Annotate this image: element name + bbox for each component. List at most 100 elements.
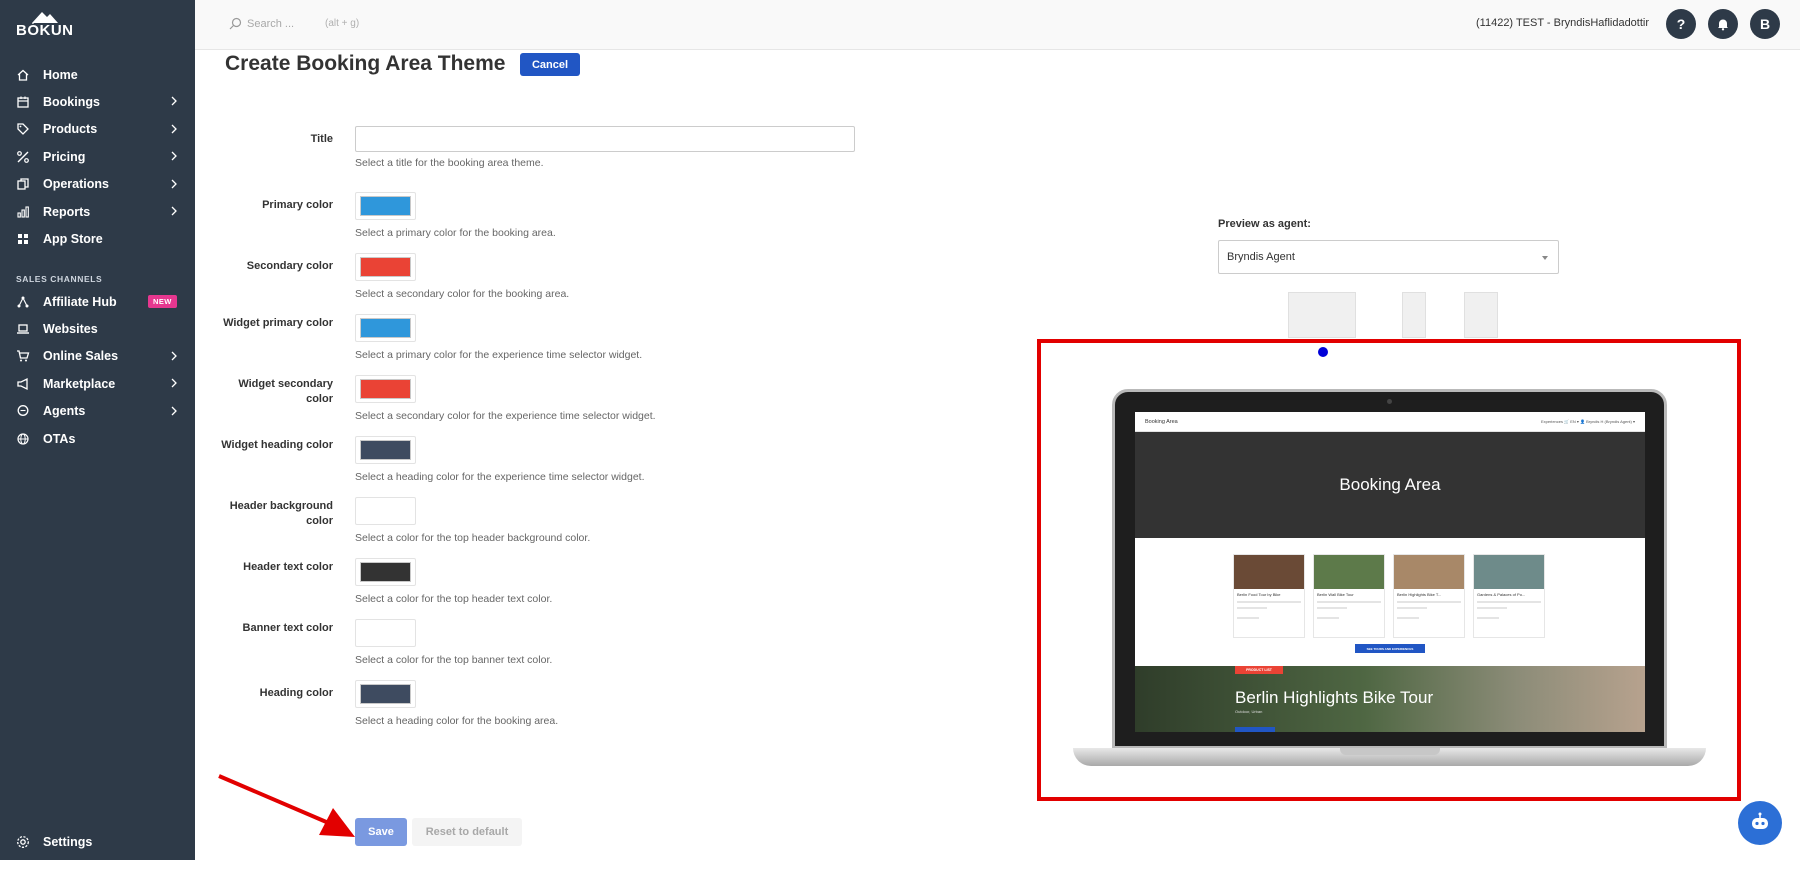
topbar: (alt + g) (11422) TEST - BryndisHaflidad… bbox=[195, 0, 1800, 50]
reset-to-default-button[interactable]: Reset to default bbox=[412, 818, 522, 846]
page-bottom bbox=[0, 860, 1800, 870]
logo-text: BÓKUN bbox=[16, 22, 74, 39]
sidebar-item-products[interactable]: Products bbox=[0, 116, 195, 143]
preview-banner-tag: PRODUCT LIST bbox=[1235, 666, 1283, 674]
placeholder-line bbox=[1237, 601, 1301, 603]
chat-assistant-button[interactable] bbox=[1738, 801, 1782, 845]
color-swatch bbox=[360, 440, 411, 460]
sidebar-item-label: Products bbox=[43, 122, 98, 137]
placeholder-line bbox=[1397, 607, 1427, 609]
chevron-right-icon bbox=[171, 351, 177, 361]
sidebar-item-affiliate-hub[interactable]: Affiliate Hub NEW bbox=[0, 288, 195, 315]
heading-color-picker[interactable] bbox=[355, 680, 416, 708]
banner-text-color-picker[interactable] bbox=[355, 619, 416, 647]
color-swatch bbox=[360, 196, 411, 216]
heading-color-help: Select a heading color for the booking a… bbox=[355, 715, 559, 727]
sidebar-item-agents[interactable]: Agents bbox=[0, 398, 195, 425]
header-text-color-picker[interactable] bbox=[355, 558, 416, 586]
widget-secondary-color-picker[interactable] bbox=[355, 375, 416, 403]
help-button[interactable]: ? bbox=[1666, 9, 1696, 39]
chevron-right-icon bbox=[171, 96, 177, 106]
avatar[interactable]: B bbox=[1750, 9, 1780, 39]
sidebar-item-online-sales[interactable]: Online Sales bbox=[0, 343, 195, 370]
account-name[interactable]: (11422) TEST - BryndisHaflidadottir bbox=[1476, 17, 1649, 29]
sidebar-item-label: Marketplace bbox=[43, 376, 116, 391]
banner-text-color-label: Banner text color bbox=[242, 622, 333, 634]
sidebar-item-otas[interactable]: OTAs bbox=[0, 425, 195, 452]
placeholder-line bbox=[1237, 607, 1267, 609]
preview-banner: PRODUCT LIST Berlin Highlights Bike Tour… bbox=[1135, 666, 1645, 732]
sidebar-item-websites[interactable]: Websites bbox=[0, 315, 195, 342]
preview-hero-title: Booking Area bbox=[1339, 475, 1441, 494]
secondary-color-help: Select a secondary color for the booking… bbox=[355, 288, 570, 300]
primary-color-picker[interactable] bbox=[355, 192, 416, 220]
sidebar-item-settings[interactable]: Settings bbox=[0, 828, 195, 855]
secondary-color-row: Secondary color Select a secondary color … bbox=[220, 253, 860, 303]
preview-banner-button bbox=[1235, 727, 1275, 732]
secondary-color-label: Secondary color bbox=[246, 260, 333, 272]
sidebar-item-bookings[interactable]: Bookings bbox=[0, 88, 195, 115]
sidebar-item-label: Home bbox=[43, 67, 78, 82]
sidebar-item-reports[interactable]: Reports bbox=[0, 198, 195, 225]
tablet-device-toggle[interactable] bbox=[1402, 292, 1426, 338]
preview-card: Gardens & Palaces of Po... bbox=[1473, 554, 1545, 638]
heading-color-row: Heading color Select a heading color for … bbox=[220, 680, 860, 730]
widget-primary-color-help: Select a primary color for the experienc… bbox=[355, 349, 643, 361]
chevron-right-icon bbox=[171, 406, 177, 416]
sidebar-item-home[interactable]: Home bbox=[0, 61, 195, 88]
sidebar-item-label: OTAs bbox=[43, 431, 76, 446]
agent-selected-value: Bryndis Agent bbox=[1227, 251, 1295, 263]
preview-card-image bbox=[1474, 555, 1544, 589]
new-badge: NEW bbox=[148, 295, 177, 308]
tag-icon bbox=[16, 122, 30, 136]
bell-icon bbox=[1718, 19, 1728, 31]
sidebar-item-label: Operations bbox=[43, 177, 109, 192]
grid-icon bbox=[16, 232, 30, 246]
widget-secondary-color-help: Select a secondary color for the experie… bbox=[355, 410, 656, 422]
placeholder-line bbox=[1477, 601, 1541, 603]
header-text-color-help: Select a color for the top header text c… bbox=[355, 593, 553, 605]
placeholder-line bbox=[1477, 617, 1499, 619]
desktop-device-toggle[interactable] bbox=[1288, 292, 1356, 338]
mobile-device-toggle[interactable] bbox=[1464, 292, 1498, 338]
chevron-right-icon bbox=[171, 378, 177, 388]
sales-channels-nav: Affiliate Hub NEW Websites Online Sales Mark… bbox=[0, 288, 195, 452]
sidebar: BÓKUN Home Bookings Products Pricing Operati… bbox=[0, 0, 195, 860]
sidebar-item-label: Websites bbox=[43, 322, 98, 337]
widget-primary-color-label: Widget primary color bbox=[223, 317, 333, 329]
sidebar-item-pricing[interactable]: Pricing bbox=[0, 143, 195, 170]
secondary-color-picker[interactable] bbox=[355, 253, 416, 281]
sidebar-item-app-store[interactable]: App Store bbox=[0, 225, 195, 252]
title-input[interactable] bbox=[355, 126, 855, 152]
header-background-color-picker[interactable] bbox=[355, 497, 416, 525]
widget-heading-color-picker[interactable] bbox=[355, 436, 416, 464]
placeholder-line bbox=[1317, 617, 1339, 619]
network-icon bbox=[16, 295, 30, 309]
bokun-logo[interactable]: BÓKUN bbox=[16, 12, 73, 39]
color-swatch bbox=[360, 379, 411, 399]
chevron-right-icon bbox=[171, 179, 177, 189]
sidebar-item-operations[interactable]: Operations bbox=[0, 171, 195, 198]
cancel-button[interactable]: Cancel bbox=[520, 53, 580, 76]
agent-select[interactable]: Bryndis Agent bbox=[1218, 240, 1559, 274]
placeholder-line bbox=[1317, 601, 1381, 603]
widget-heading-color-label: Widget heading color bbox=[221, 439, 333, 451]
preview-card: Berlin Food Tour by Bike bbox=[1233, 554, 1305, 638]
widget-primary-color-picker[interactable] bbox=[355, 314, 416, 342]
widget-secondary-color-row: Widget secondary color Select a secondary… bbox=[220, 375, 860, 425]
color-swatch bbox=[360, 562, 411, 582]
laptop-preview: Booking Area Experiences 🛒 EN ▾ 👤 Bryndi… bbox=[1112, 389, 1667, 749]
placeholder-line bbox=[1317, 607, 1347, 609]
preview-card: Berlin Highlights Bike T... bbox=[1393, 554, 1465, 638]
sidebar-item-marketplace[interactable]: Marketplace bbox=[0, 370, 195, 397]
caret-down-icon bbox=[1542, 256, 1548, 260]
sidebar-item-label: Reports bbox=[43, 204, 91, 219]
preview-card-title: Berlin Highlights Bike T... bbox=[1397, 592, 1442, 597]
preview-brand: Booking Area bbox=[1145, 419, 1178, 425]
heading-color-label: Heading color bbox=[259, 687, 333, 699]
header-text-color-label: Header text color bbox=[243, 561, 333, 573]
sidebar-item-label: Affiliate Hub bbox=[43, 294, 117, 309]
main-nav: Home Bookings Products Pricing Operations Rep… bbox=[0, 61, 195, 253]
notifications-button[interactable] bbox=[1708, 9, 1738, 39]
laptop-icon bbox=[16, 322, 30, 336]
